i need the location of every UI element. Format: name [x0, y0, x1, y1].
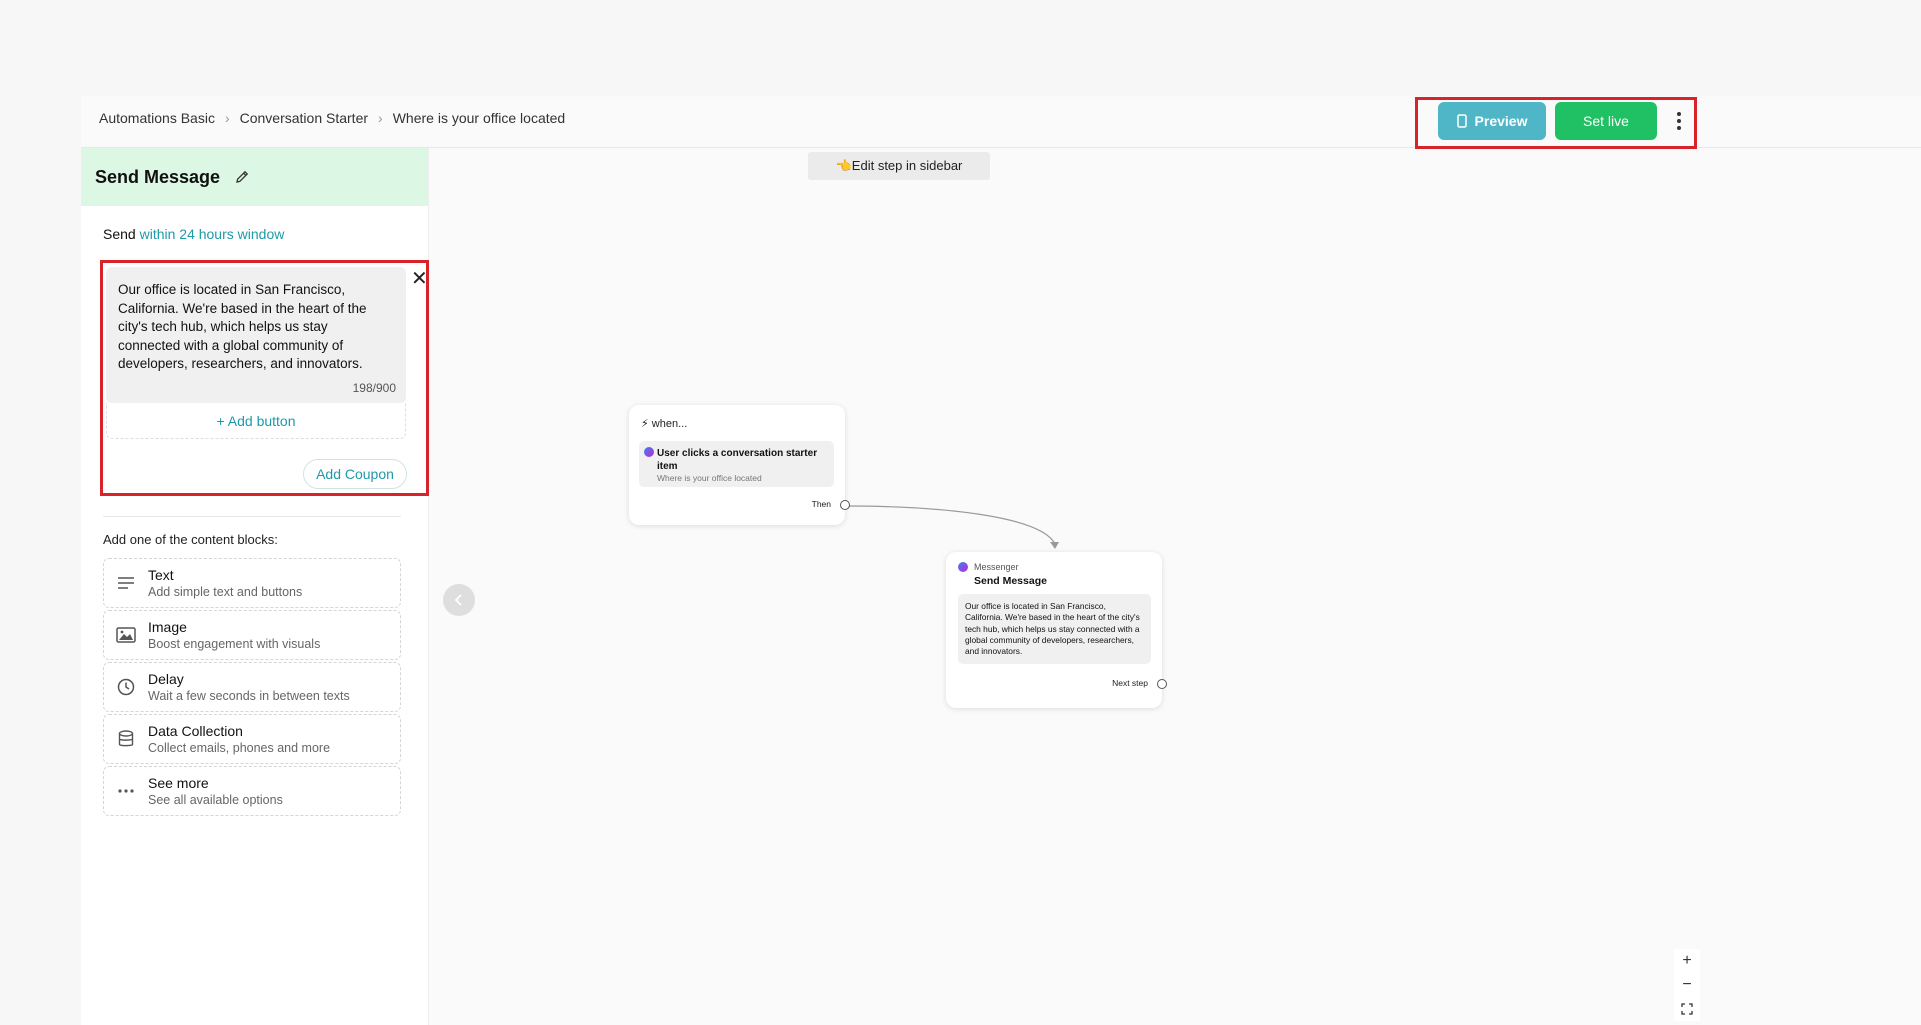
trigger-node[interactable]: ⚡︎ when... User clicks a conversation st…	[629, 405, 850, 525]
node-message-body: Our office is located in San Francisco, …	[958, 594, 1151, 664]
lightning-icon: ⚡︎	[641, 418, 649, 430]
trigger-card: User clicks a conversation starter item …	[639, 441, 834, 487]
zoom-out-icon[interactable]: −	[1674, 973, 1700, 997]
when-label: ⚡︎ when...	[641, 417, 687, 430]
messenger-icon	[644, 447, 654, 457]
next-step-label: Next step	[1112, 678, 1148, 688]
trigger-title: User clicks a conversation starter item	[657, 448, 818, 472]
channel-label: Messenger	[974, 562, 1019, 572]
when-text: when...	[651, 418, 688, 430]
then-label: Then	[811, 499, 831, 509]
messenger-icon	[958, 562, 968, 572]
output-port[interactable]	[840, 500, 850, 510]
trigger-subtitle: Where is your office located	[657, 473, 762, 483]
zoom-controls: + −	[1674, 949, 1700, 1021]
output-port[interactable]	[1157, 679, 1167, 689]
fit-view-icon[interactable]	[1674, 997, 1700, 1021]
send-message-node[interactable]: Messenger Send Message Our office is loc…	[946, 552, 1167, 708]
app: Automations Basic › Conversation Starter…	[81, 96, 1921, 1025]
node-title: Send Message	[974, 575, 1047, 587]
zoom-in-icon[interactable]: +	[1674, 949, 1700, 973]
